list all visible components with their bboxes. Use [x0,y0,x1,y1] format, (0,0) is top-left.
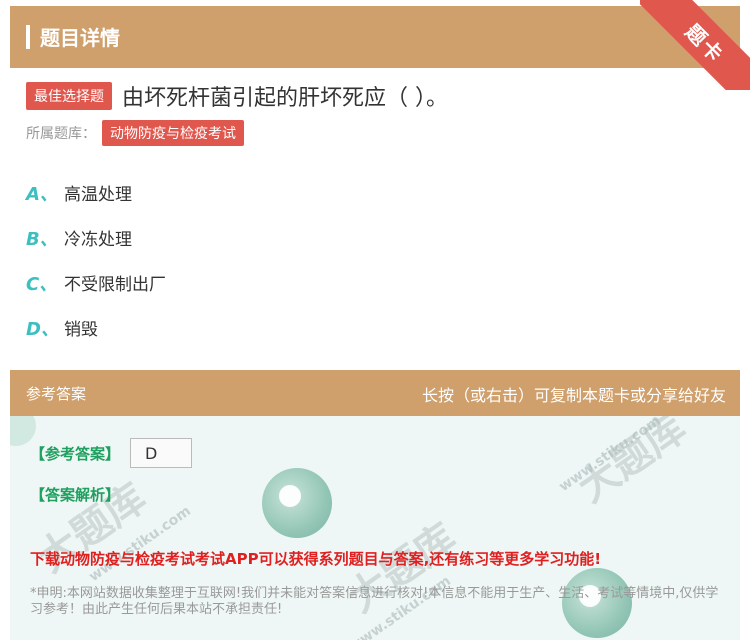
app-download-promo[interactable]: 下载动物防疫与检疫考试考试APP可以获得系列题目与答案,还有练习等更多学习功能! [30,548,601,569]
reference-answer-row: 【参考答案】 D [30,438,193,468]
option-letter: D、 [26,318,59,340]
answer-body: 大题库 大题库 大题库 www.stiku.com www.stiku.com … [10,416,740,640]
share-hint: 长按（或右击）可复制本题卡或分享给好友 [421,386,726,405]
option-c[interactable]: C、 不受限制出厂 [26,260,166,305]
reference-answer-label: 【参考答案】 [30,444,121,463]
analysis-row: 【答案解析】 [30,484,120,505]
option-letter: A、 [26,183,58,205]
option-letter: B、 [26,228,58,250]
answer-header: 参考答案 长按（或右击）可复制本题卡或分享给好友 [10,370,740,416]
options-list: A、 高温处理 B、 冷冻处理 C、 不受限制出厂 D、 销毁 [26,170,166,350]
question-row: 最佳选择题 由坏死杆菌引起的肝坏死应（ ）。 [26,80,448,112]
header-accent-bar [26,25,30,49]
option-text: 冷冻处理 [64,230,132,250]
watermark-url: www.stiku.com [86,502,194,586]
watermark-text: 大题库 [569,416,695,512]
option-text: 不受限制出厂 [64,275,166,295]
question-text: 由坏死杆菌引起的肝坏死应（ ）。 [122,86,448,111]
option-d[interactable]: D、 销毁 [26,305,166,350]
question-type-badge: 最佳选择题 [26,82,112,110]
disclaimer-text: *申明:本网站数据收集整理于互联网!我们并未能对答案信息进行核对!本信息不能用于… [30,586,719,617]
option-b[interactable]: B、 冷冻处理 [26,215,166,260]
watermark-logo-icon [262,468,332,538]
page-title: 题目详情 [40,26,120,50]
watermark-url: www.stiku.com [556,416,664,496]
analysis-label: 【答案解析】 [30,486,121,504]
ribbon-label[interactable]: 题卡 [640,0,750,90]
reference-answer-value: D [130,438,193,468]
bank-link[interactable]: 动物防疫与检疫考试 [102,120,244,146]
question-card-ribbon[interactable]: 题卡 [640,0,750,90]
bank-label: 所属题库： [26,126,96,142]
option-a[interactable]: A、 高温处理 [26,170,166,215]
answer-section-title: 参考答案 [26,385,87,403]
question-bank-row: 所属题库： 动物防疫与检疫考试 [26,120,244,146]
option-text: 销毁 [64,320,98,340]
option-text: 高温处理 [64,185,132,205]
detail-header: 题目详情 [10,6,740,68]
option-letter: C、 [26,273,58,295]
